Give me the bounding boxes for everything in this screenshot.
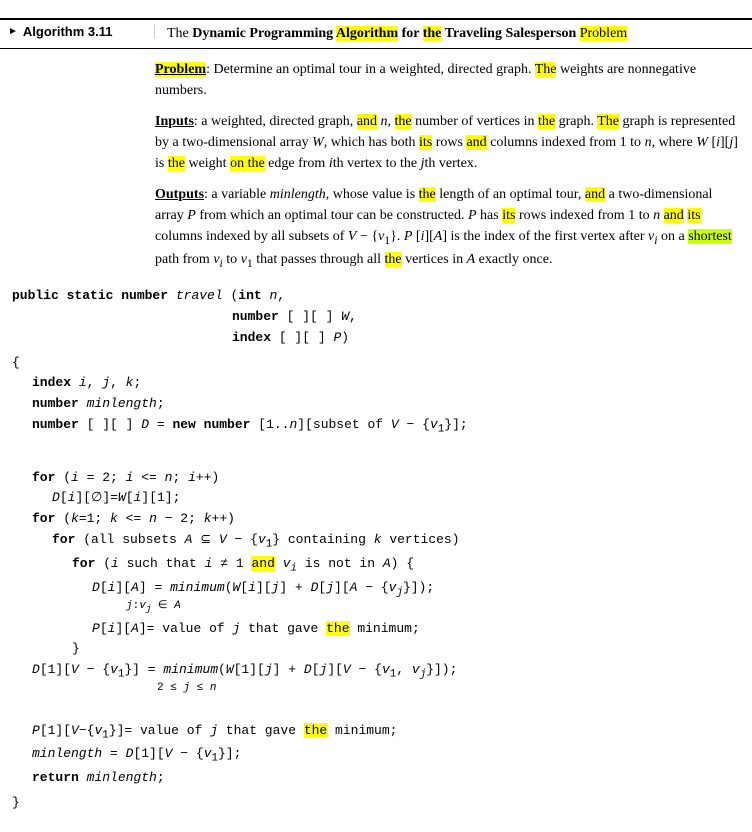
- D-init: D[i][∅]=W[i][1];: [12, 488, 740, 509]
- problem-text: : Determine an optimal tour in a weighte…: [155, 62, 696, 98]
- code-section: public static number travel (int n, numb…: [0, 286, 752, 814]
- inputs-paragraph: Inputs: a weighted, directed graph, and …: [155, 111, 740, 174]
- for-A: for (all subsets A ⊆ V − {v1} containing…: [12, 530, 740, 554]
- outputs-text: : a variable minlength, whose value is t…: [155, 187, 732, 267]
- decl-minlength: number minlength;: [12, 394, 740, 415]
- brace-open: {: [12, 353, 740, 374]
- algorithm-title: The Dynamic Programming Algorithm for th…: [155, 24, 627, 44]
- blank-line: [12, 447, 740, 468]
- title-problem: Problem: [580, 26, 627, 41]
- P-update: P[i][A]= value of j that gave the minimu…: [12, 619, 740, 640]
- blank-line2: [12, 700, 740, 721]
- function-signature: public static number travel (int n,: [12, 286, 740, 307]
- for-i2: for (i such that i ≠ 1 and vi is not in …: [12, 554, 740, 578]
- function-param-W: number [ ][ ] W,: [12, 307, 740, 328]
- algorithm-number: Algorithm 3.11: [23, 24, 113, 39]
- inputs-label: Inputs: [155, 114, 194, 129]
- problem-paragraph: Problem: Determine an optimal tour in a …: [155, 59, 740, 101]
- algorithm-header: ► Algorithm 3.11 The Dynamic Programming…: [0, 18, 752, 49]
- title-dp: Dynamic Programming Algorithm for the Tr…: [192, 26, 579, 41]
- decl-D: number [ ][ ] D = new number [1..n][subs…: [12, 415, 740, 439]
- return-stmt: return minlength;: [12, 768, 740, 789]
- brace-inner-close: }: [12, 639, 740, 660]
- algorithm-label: ► Algorithm 3.11: [0, 24, 155, 39]
- algorithm-body: Problem: Determine an optimal tour in a …: [0, 59, 752, 273]
- function-param-P: index [ ][ ] P): [12, 328, 740, 349]
- problem-label: Problem: [155, 62, 206, 77]
- triangle-icon: ►: [8, 26, 18, 37]
- outputs-paragraph: Outputs: a variable minlength, whose val…: [155, 184, 740, 273]
- inputs-text: : a weighted, directed graph, and n, the…: [155, 114, 738, 171]
- title-the: The: [167, 26, 192, 41]
- decl-index: index i, j, k;: [12, 373, 740, 394]
- page-container: ► Algorithm 3.11 The Dynamic Programming…: [0, 10, 752, 822]
- minlength-assign: minlength = D[1][V − {v1}];: [12, 744, 740, 768]
- outputs-label: Outputs: [155, 187, 204, 202]
- brace-close: }: [12, 793, 740, 814]
- for-k: for (k=1; k <= n − 2; k++): [12, 509, 740, 530]
- for-i: for (i = 2; i <= n; i++): [12, 468, 740, 489]
- P-final: P[1][V−{v1}]= value of j that gave the m…: [12, 721, 740, 745]
